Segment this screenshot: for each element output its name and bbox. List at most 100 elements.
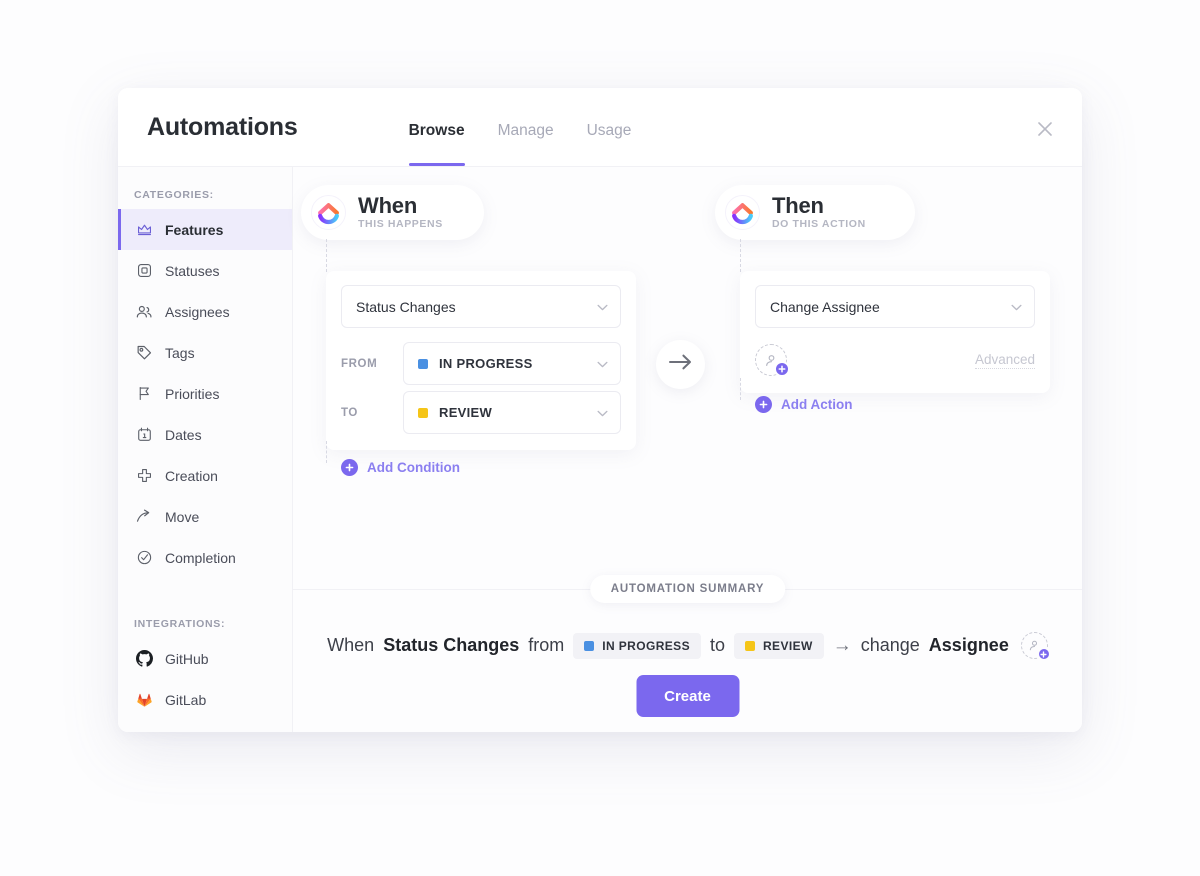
tab-browse[interactable]: Browse (408, 122, 465, 166)
tab-usage[interactable]: Usage (587, 122, 632, 166)
chevron-down-icon (597, 358, 608, 370)
plus-cross-icon (135, 467, 153, 485)
sidebar-item-label: Dates (165, 426, 202, 443)
from-status-select[interactable]: IN PROGRESS (403, 342, 621, 385)
chevron-down-icon (597, 407, 608, 419)
condition-row-from: FROM IN PROGRESS (341, 342, 621, 385)
builder-canvas: When THIS HAPPENS Status Changes FROM IN… (293, 167, 1082, 589)
add-user-icon[interactable] (1020, 632, 1051, 661)
add-user-icon[interactable] (755, 344, 790, 377)
summary-from-badge: IN PROGRESS (573, 632, 701, 659)
sidebar: CATEGORIES: Features Statuses Assignees … (118, 167, 293, 732)
sidebar-item-dates[interactable]: Dates (118, 414, 292, 455)
sidebar-item-label: Priorities (165, 385, 220, 402)
summary-when-word: When (327, 635, 375, 655)
to-status-select[interactable]: REVIEW (403, 391, 621, 434)
sidebar-item-features[interactable]: Features (118, 209, 292, 250)
sidebar-item-creation[interactable]: Creation (118, 455, 292, 496)
arrow-right-icon (668, 354, 694, 375)
sidebar-item-label: GitHub (165, 650, 209, 667)
automations-modal: Automations Browse Manage Usage CATEGORI… (118, 88, 1082, 732)
gitlab-icon (135, 691, 153, 709)
status-color-dot (418, 358, 428, 369)
sidebar-item-statuses[interactable]: Statuses (118, 250, 292, 291)
summary-change-word: change (860, 635, 920, 655)
sidebar-item-completion[interactable]: Completion (118, 537, 292, 578)
create-button[interactable]: Create (636, 675, 739, 717)
trigger-value: Status Changes (356, 298, 456, 315)
sidebar-item-label: Creation (165, 467, 218, 484)
screen: Automations Browse Manage Usage CATEGORI… (0, 0, 1200, 876)
crown-icon (135, 221, 153, 239)
then-subtitle: DO THIS ACTION (772, 218, 866, 231)
action-select[interactable]: Change Assignee (755, 285, 1035, 328)
add-action-button[interactable]: Add Action (755, 396, 853, 413)
sidebar-item-move[interactable]: Move (118, 496, 292, 537)
sidebar-item-label: Statuses (165, 262, 220, 279)
chevron-down-icon (1011, 301, 1022, 313)
summary-tag: AUTOMATION SUMMARY (589, 575, 786, 603)
sidebar-categories-label: CATEGORIES: (134, 189, 214, 201)
plus-icon (774, 361, 790, 377)
trigger-select[interactable]: Status Changes (341, 285, 621, 328)
close-icon[interactable] (1032, 116, 1058, 142)
sidebar-item-github[interactable]: GitHub (118, 638, 292, 679)
status-color-dot (584, 640, 595, 651)
status-color-dot (418, 407, 428, 418)
summary-to-badge: REVIEW (733, 632, 824, 659)
tag-icon (135, 344, 153, 362)
advanced-link[interactable]: Advanced (974, 352, 1035, 369)
summary-to-word: to (709, 635, 725, 655)
sidebar-item-label: Features (165, 221, 224, 238)
main-panel: When THIS HAPPENS Status Changes FROM IN… (293, 167, 1082, 732)
modal-body: CATEGORIES: Features Statuses Assignees … (118, 167, 1082, 732)
sidebar-item-tags[interactable]: Tags (118, 332, 292, 373)
summary-trigger: Status Changes (383, 635, 520, 655)
plus-icon (1036, 647, 1051, 661)
action-value: Change Assignee (770, 298, 880, 315)
check-circle-icon (135, 549, 153, 567)
when-header-pill: When THIS HAPPENS (301, 185, 484, 240)
sidebar-item-assignees[interactable]: Assignees (118, 291, 292, 332)
condition-key: FROM (341, 357, 378, 370)
summary-arrow-icon: → (832, 634, 852, 656)
summary-from-label: IN PROGRESS (602, 638, 690, 653)
sidebar-item-priorities[interactable]: Priorities (118, 373, 292, 414)
flag-icon (135, 385, 153, 403)
then-card: Change Assignee Advanced (740, 271, 1050, 393)
summary-from-word: from (528, 635, 565, 655)
clickup-logo-icon (310, 194, 347, 231)
summary-sentence: When Status Changes from IN PROGRESS to … (293, 632, 1082, 661)
tab-manage[interactable]: Manage (498, 122, 554, 166)
people-icon (135, 303, 153, 321)
sidebar-integrations-label: INTEGRATIONS: (134, 618, 226, 630)
sidebar-item-gitlab[interactable]: GitLab (118, 679, 292, 720)
sidebar-item-label: Completion (165, 549, 236, 566)
when-subtitle: THIS HAPPENS (358, 218, 443, 231)
sidebar-item-label: Assignees (165, 303, 230, 320)
plus-icon (341, 459, 358, 476)
chevron-down-icon (597, 301, 608, 313)
page-title: Automations (147, 112, 298, 141)
flow-arrow (656, 340, 705, 389)
arrow-move-icon (135, 508, 153, 526)
sidebar-item-label: Tags (165, 344, 195, 361)
when-pill-text: When THIS HAPPENS (358, 192, 443, 231)
add-condition-button[interactable]: Add Condition (341, 459, 460, 476)
tab-bar: Browse Manage Usage (408, 88, 632, 166)
condition-list: FROM IN PROGRESS TO REVIEW (341, 342, 621, 450)
sidebar-item-label: GitLab (165, 691, 207, 708)
github-icon (135, 650, 153, 668)
sidebar-item-label: Move (165, 508, 200, 525)
when-card: Status Changes FROM IN PROGRESS TO REVIE… (326, 271, 636, 450)
summary-action-target: Assignee (928, 635, 1009, 655)
from-status-value: IN PROGRESS (439, 356, 533, 371)
then-header-pill: Then DO THIS ACTION (715, 185, 915, 240)
then-connector-line (740, 239, 741, 272)
clickup-logo-icon (724, 194, 761, 231)
assignee-row: Advanced (755, 342, 1035, 378)
square-outline-icon (135, 262, 153, 280)
when-title: When (358, 192, 418, 218)
add-condition-label: Add Condition (367, 460, 460, 475)
